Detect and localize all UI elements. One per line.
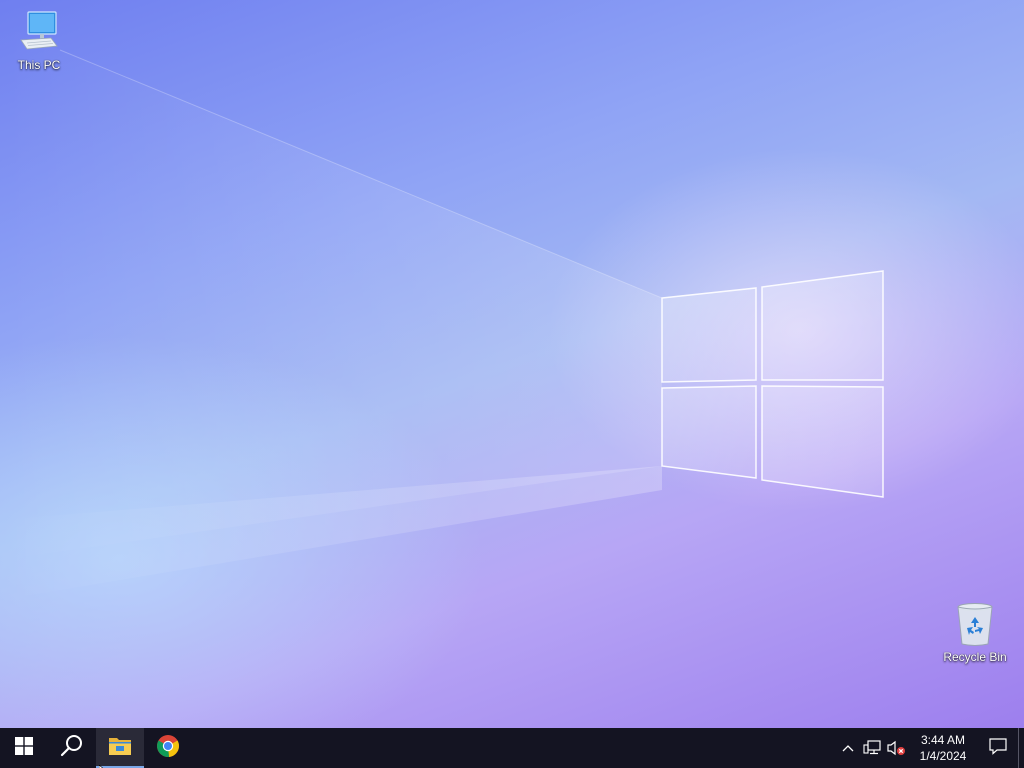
chrome-icon [156,734,180,763]
action-center-button[interactable] [978,728,1018,768]
start-button[interactable] [0,728,48,768]
clock[interactable]: 3:44 AM 1/4/2024 [912,728,974,768]
search-icon [60,734,84,763]
desktop-icon-label: Recycle Bin [943,650,1007,664]
system-tray: 3:44 AM 1/4/2024 [836,728,1024,768]
action-center-icon [989,737,1007,760]
desktop-icon-recycle-bin[interactable]: Recycle Bin [937,600,1013,664]
folder-icon [108,735,132,762]
wallpaper-window-logo [0,25,884,600]
wallpaper [0,0,1024,728]
desktop-icon-label: This PC [17,58,61,72]
desktop-icon-this-pc[interactable]: This PC [1,8,77,72]
computer-icon [15,8,63,56]
volume-muted-icon[interactable] [884,728,908,768]
show-desktop-button[interactable] [1018,728,1024,768]
clock-date: 1/4/2024 [919,749,967,763]
recycle-bin-icon [951,600,999,648]
taskbar: 3:44 AM 1/4/2024 [0,728,1024,768]
network-icon[interactable] [860,728,884,768]
desktop-screen: This PC Recycle Bin 3:44 AM 1/4/2024 [0,0,1024,768]
mouse-cursor-icon [98,760,107,768]
windows-logo-icon [15,736,33,760]
search-button[interactable] [48,728,96,768]
taskbar-google-chrome[interactable] [144,728,192,768]
clock-time: 3:44 AM [920,733,966,747]
chevron-up-icon[interactable] [836,728,860,768]
